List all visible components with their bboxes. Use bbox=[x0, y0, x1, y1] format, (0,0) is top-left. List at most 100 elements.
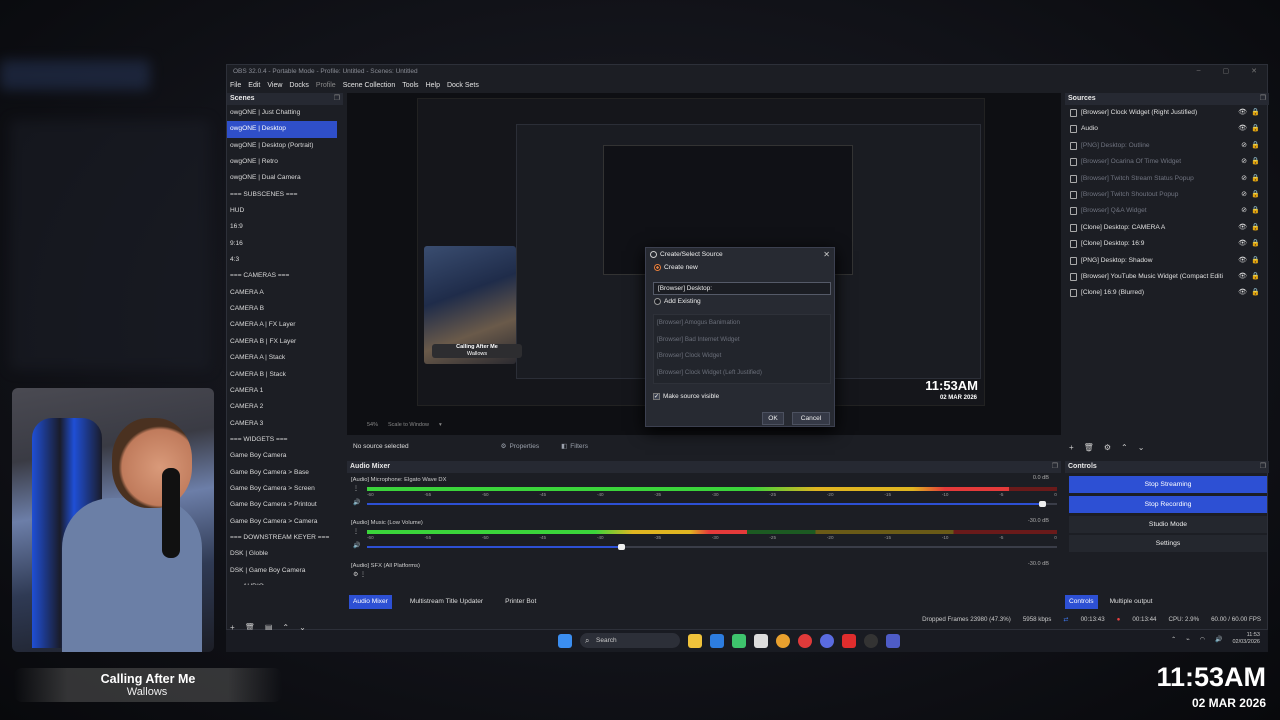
source-item[interactable]: [Browser] Ocarina Of Time Widget ⊘ 🔒 bbox=[1065, 154, 1265, 171]
scene-item[interactable]: Game Boy Camera > Camera bbox=[227, 514, 337, 530]
gear-icon[interactable]: ⚙ bbox=[1104, 443, 1111, 457]
menu-dock-sets[interactable]: Dock Sets bbox=[447, 79, 479, 93]
menu-file[interactable]: File bbox=[230, 79, 241, 93]
chevron-up-icon[interactable]: ⌃ bbox=[1171, 636, 1176, 643]
source-item[interactable]: [Browser] YouTube Music Widget (Compact … bbox=[1065, 268, 1265, 285]
more-icon[interactable]: ⋮ bbox=[353, 485, 359, 492]
eye-icon[interactable]: 👁 bbox=[1238, 253, 1247, 269]
eye-off-icon[interactable]: ⊘ bbox=[1241, 154, 1247, 170]
scene-item[interactable]: === SUBSCENES === bbox=[227, 187, 337, 203]
speaker-icon[interactable]: 🔊 bbox=[353, 499, 360, 506]
cancel-button[interactable]: Cancel bbox=[792, 412, 830, 425]
source-item[interactable]: [PNG] Desktop: Outline ⊘ 🔒 bbox=[1065, 137, 1265, 154]
scene-item[interactable]: 4:3 bbox=[227, 252, 337, 268]
lock-icon[interactable]: 🔒 bbox=[1251, 253, 1260, 269]
lock-icon[interactable]: 🔒 bbox=[1251, 236, 1260, 252]
move-down-icon[interactable]: ⌄ bbox=[1138, 443, 1145, 457]
taskbar-clock[interactable]: 11:53 02/03/2026 bbox=[1232, 632, 1260, 646]
eye-icon[interactable]: 👁 bbox=[1238, 285, 1247, 301]
create-new-radio[interactable]: Create new bbox=[654, 264, 698, 271]
source-item[interactable]: [Browser] Twitch Shoutout Popup ⊘ 🔒 bbox=[1065, 186, 1265, 203]
move-up-icon[interactable]: ⌃ bbox=[1121, 443, 1128, 457]
volume-slider-handle[interactable] bbox=[618, 544, 626, 550]
scene-item[interactable]: owgONE | Dual Camera bbox=[227, 170, 337, 186]
file-explorer-icon[interactable] bbox=[688, 633, 702, 648]
menu-edit[interactable]: Edit bbox=[248, 79, 260, 93]
eye-off-icon[interactable]: ⊘ bbox=[1241, 171, 1247, 187]
more-icon[interactable]: ⋮ bbox=[353, 528, 359, 535]
lock-icon[interactable]: 🔒 bbox=[1251, 154, 1260, 170]
undock-icon[interactable]: ❐ bbox=[1052, 461, 1058, 473]
scene-item[interactable]: owgONE | Just Chatting bbox=[227, 105, 337, 121]
list-item[interactable]: [Browser] Clock Widget bbox=[654, 348, 830, 365]
lock-icon[interactable]: 🔒 bbox=[1251, 105, 1260, 121]
menu-scene-collection[interactable]: Scene Collection bbox=[343, 79, 396, 93]
settings-button[interactable]: Settings bbox=[1069, 535, 1267, 552]
close-icon[interactable]: ✕ bbox=[823, 248, 830, 261]
tab-audio-mixer[interactable]: Audio Mixer bbox=[349, 595, 392, 609]
scene-item[interactable]: Game Boy Camera > Base bbox=[227, 465, 337, 481]
list-item[interactable]: [Browser] Amogus Banimation bbox=[654, 315, 830, 332]
app-icon[interactable] bbox=[886, 633, 900, 648]
speaker-icon[interactable]: 🔊 bbox=[353, 542, 360, 549]
eye-icon[interactable]: 👁 bbox=[1238, 121, 1247, 137]
scene-item[interactable]: CAMERA 2 bbox=[227, 399, 337, 415]
trash-icon[interactable]: 🗑 bbox=[1084, 443, 1094, 457]
undock-icon[interactable]: ❐ bbox=[1260, 461, 1266, 473]
scene-item[interactable]: Game Boy Camera > Printout bbox=[227, 497, 337, 513]
windows-start-icon[interactable] bbox=[558, 633, 572, 648]
taskbar-search[interactable]: Search bbox=[580, 633, 680, 648]
chrome-icon[interactable] bbox=[776, 633, 790, 648]
scale-mode[interactable]: Scale to Window bbox=[388, 419, 429, 431]
menu-tools[interactable]: Tools bbox=[402, 79, 418, 93]
undock-icon[interactable]: ❐ bbox=[334, 93, 340, 105]
scene-item[interactable]: CAMERA 1 bbox=[227, 383, 337, 399]
scene-item[interactable]: owgONE | Retro bbox=[227, 154, 337, 170]
add-existing-radio[interactable]: Add Existing bbox=[654, 298, 701, 305]
discord-icon[interactable] bbox=[820, 633, 834, 648]
filters-button[interactable]: ◧ Filters bbox=[561, 442, 588, 451]
gear-icon[interactable]: ⚙ ⋮ bbox=[353, 571, 366, 578]
volume-slider-handle[interactable] bbox=[1039, 501, 1047, 507]
lock-icon[interactable]: 🔒 bbox=[1251, 220, 1260, 236]
vscode-icon[interactable] bbox=[710, 633, 724, 648]
scene-item[interactable]: CAMERA B bbox=[227, 301, 337, 317]
ok-button[interactable]: OK bbox=[762, 412, 784, 425]
youtube-icon[interactable] bbox=[842, 633, 856, 648]
tab-printer-bot[interactable]: Printer Bot bbox=[501, 595, 540, 609]
wifi-icon[interactable]: ◠ bbox=[1200, 636, 1205, 643]
tab-controls[interactable]: Controls bbox=[1065, 595, 1098, 609]
tab-multiple-output[interactable]: Multiple output bbox=[1106, 595, 1157, 609]
properties-button[interactable]: ⚙ Properties bbox=[501, 442, 539, 451]
scene-item[interactable]: CAMERA B | Stack bbox=[227, 367, 337, 383]
eye-icon[interactable]: 👁 bbox=[1238, 236, 1247, 252]
scene-item[interactable]: CAMERA A | FX Layer bbox=[227, 317, 337, 333]
list-item[interactable]: [Browser] Clock Widget (Left Justified) bbox=[654, 365, 830, 382]
eye-icon[interactable]: 👁 bbox=[1238, 105, 1247, 121]
scene-item[interactable]: CAMERA B | FX Layer bbox=[227, 334, 337, 350]
source-name-input[interactable] bbox=[653, 282, 831, 295]
scene-item[interactable]: HUD bbox=[227, 203, 337, 219]
source-item[interactable]: [Clone] Desktop: 16:9 👁 🔒 bbox=[1065, 236, 1265, 253]
source-item[interactable]: [Browser] Q&A Widget ⊘ 🔒 bbox=[1065, 203, 1265, 220]
eye-off-icon[interactable]: ⊘ bbox=[1241, 203, 1247, 219]
minimize-icon[interactable]: – bbox=[1197, 67, 1201, 75]
scene-item[interactable]: === AUDIO === bbox=[227, 579, 337, 585]
lock-icon[interactable]: 🔒 bbox=[1251, 285, 1260, 301]
scene-item[interactable]: 16:9 bbox=[227, 219, 337, 235]
speaker-icon[interactable]: 🔊 bbox=[1215, 636, 1222, 643]
source-item[interactable]: [Browser] Twitch Stream Status Popup ⊘ 🔒 bbox=[1065, 170, 1265, 187]
volume-slider[interactable] bbox=[367, 501, 1057, 507]
scene-item[interactable]: === CAMERAS === bbox=[227, 268, 337, 284]
menu-docks[interactable]: Docks bbox=[289, 79, 308, 93]
source-item[interactable]: [Clone] Desktop: CAMERA A 👁 🔒 bbox=[1065, 219, 1265, 236]
scene-item[interactable]: owgONE | Desktop bbox=[227, 121, 337, 138]
scene-item[interactable]: Game Boy Camera > Screen bbox=[227, 481, 337, 497]
obs-icon[interactable] bbox=[864, 633, 878, 648]
lock-icon[interactable]: 🔒 bbox=[1251, 121, 1260, 137]
eye-icon[interactable]: 👁 bbox=[1238, 220, 1247, 236]
scene-item[interactable]: === WIDGETS === bbox=[227, 432, 337, 448]
scene-item[interactable]: DSK | Globle bbox=[227, 546, 337, 562]
scene-item[interactable]: Game Boy Camera bbox=[227, 448, 337, 464]
tab-multistream-title-updater[interactable]: Multistream Title Updater bbox=[406, 595, 487, 609]
